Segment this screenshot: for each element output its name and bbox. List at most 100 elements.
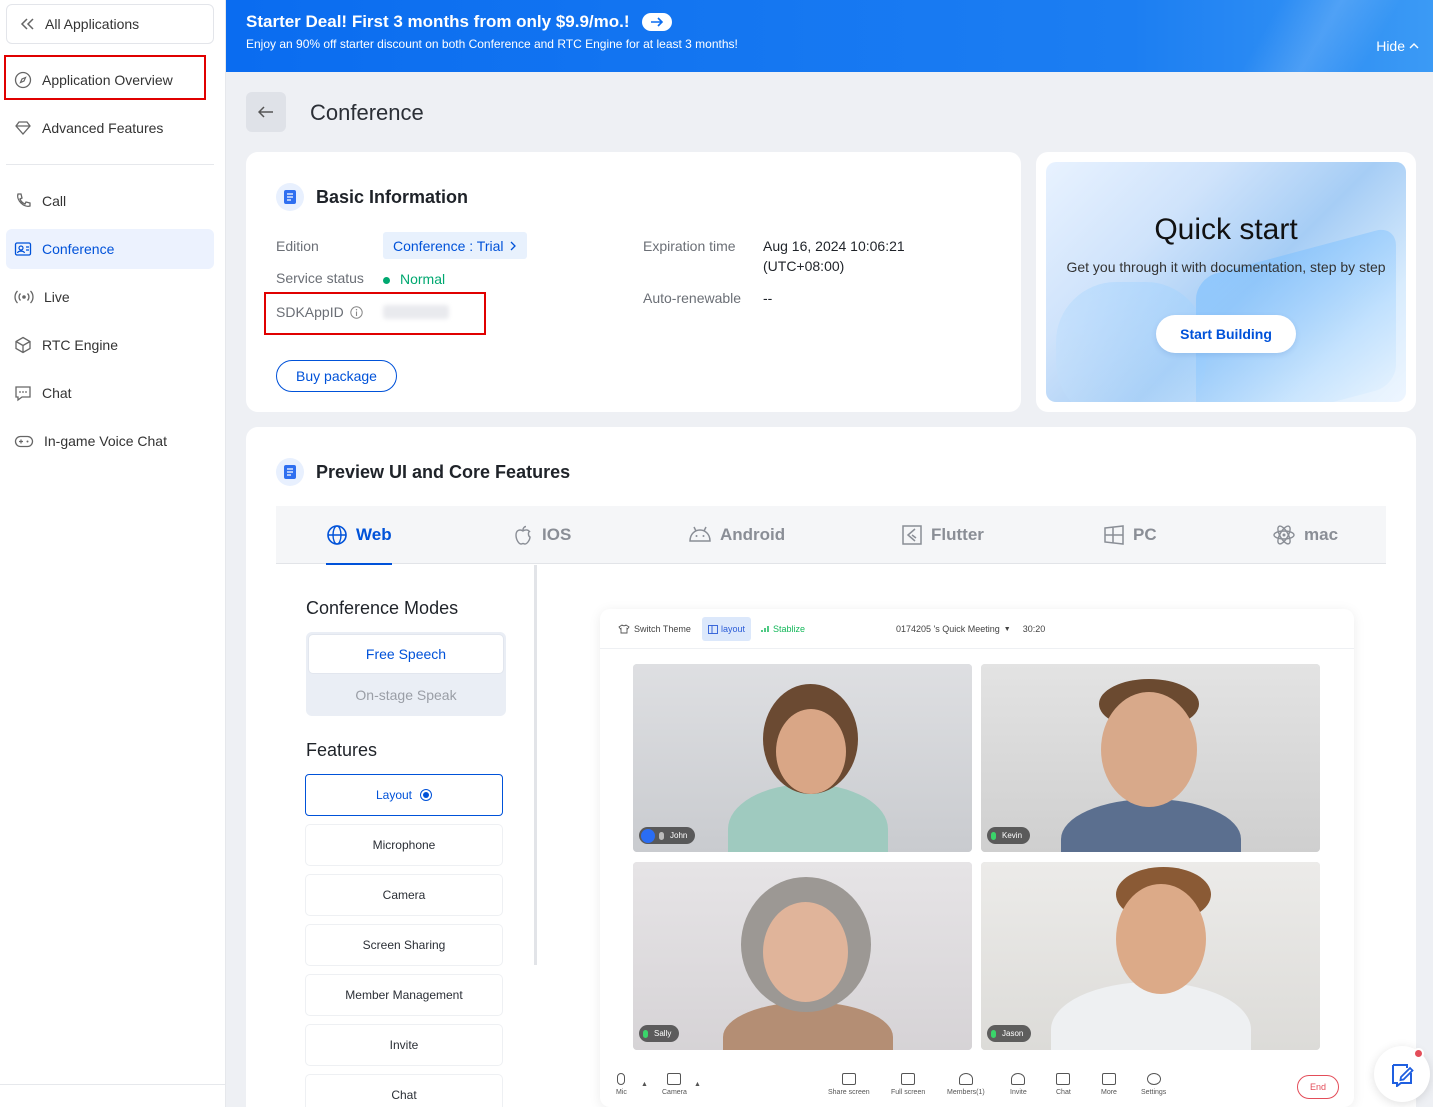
control-label: Settings: [1141, 1089, 1167, 1096]
buy-package-button[interactable]: Buy package: [276, 360, 397, 392]
page-back-button[interactable]: [246, 92, 286, 132]
grid-icon: [1101, 1073, 1116, 1085]
feature-member-management[interactable]: Member Management: [306, 975, 502, 1015]
radio-selected-icon: [420, 789, 433, 801]
share-screen-icon: [841, 1073, 856, 1085]
control-members: Members(1): [947, 1073, 985, 1096]
sidebar: All Applications Application Overview Ad…: [0, 0, 226, 1107]
mode-on-stage-speak[interactable]: On-stage Speak: [306, 676, 506, 714]
camera-icon: [667, 1073, 682, 1085]
layout-icon: [708, 624, 718, 634]
quick-start-illustration: [1046, 162, 1406, 402]
platform-tabs: Web IOS Android Flutter PC mac: [276, 506, 1386, 565]
banner-decoration: [1233, 0, 1433, 72]
control-more: More: [1101, 1073, 1117, 1096]
participant-tag-kevin: Kevin: [987, 827, 1031, 844]
sdkappid-label-row: SDKAppID: [276, 304, 363, 320]
tab-pc[interactable]: PC: [1103, 506, 1157, 564]
sidebar-item-chat[interactable]: Chat: [6, 373, 214, 413]
tab-mac[interactable]: mac: [1272, 506, 1338, 564]
tab-android[interactable]: Android: [688, 506, 785, 564]
feature-invite[interactable]: Invite: [306, 1025, 502, 1065]
tab-ios[interactable]: IOS: [512, 506, 571, 564]
sidebar-item-label: Live: [44, 289, 70, 305]
cube-icon: [15, 336, 31, 354]
features-heading: Features: [306, 740, 378, 760]
tab-label: Flutter: [931, 525, 984, 544]
tab-label: Web: [356, 525, 392, 544]
mode-free-speech[interactable]: Free Speech: [308, 634, 504, 674]
auto-renewable-label: Auto-renewable: [643, 290, 742, 306]
gamepad-icon: [14, 435, 34, 448]
tab-label: IOS: [542, 525, 572, 544]
meeting-toolbar: Switch Theme layout Stablize 0174205 's …: [600, 609, 1354, 649]
sidebar-item-call[interactable]: Call: [6, 181, 214, 221]
feature-microphone[interactable]: Microphone: [306, 825, 502, 865]
start-building-button[interactable]: Start Building: [1156, 315, 1296, 353]
participant-name: John: [670, 831, 688, 840]
windows-icon: [1104, 525, 1124, 545]
expiration-value-line1: Aug 16, 2024 10:06:21: [763, 238, 905, 254]
info-icon[interactable]: [350, 305, 363, 319]
feedback-button[interactable]: [1374, 1046, 1430, 1102]
all-applications-button[interactable]: All Applications: [6, 4, 214, 44]
meeting-preview: Switch Theme layout Stablize 0174205 's …: [600, 609, 1354, 1107]
document-icon: [276, 458, 304, 486]
mic-icon: [643, 1029, 648, 1038]
tab-flutter[interactable]: Flutter: [901, 506, 984, 564]
basic-info-title: Basic Information: [316, 186, 469, 207]
notification-dot: [1413, 1048, 1424, 1059]
flutter-icon: [902, 525, 922, 545]
page-title: Conference: [310, 100, 424, 125]
sidebar-item-application-overview[interactable]: Application Overview: [6, 60, 214, 100]
members-icon: [958, 1073, 973, 1085]
basic-info-heading: Basic Information: [276, 183, 468, 211]
video-tile-john: John: [633, 664, 972, 852]
chevron-up-icon: [1409, 43, 1419, 49]
control-label: Camera: [662, 1089, 687, 1096]
broadcast-icon: [14, 290, 34, 304]
edition-tag[interactable]: Conference : Trial: [383, 232, 527, 259]
apple-icon: [515, 525, 531, 545]
banner-hide-button[interactable]: Hide: [1376, 38, 1419, 54]
sidebar-item-advanced-features[interactable]: Advanced Features: [6, 108, 214, 148]
banner-arrow-button[interactable]: [641, 13, 672, 31]
panel-scrollbar[interactable]: [534, 565, 537, 965]
sdkappid-label: SDKAppID: [276, 304, 344, 320]
double-chevron-left-icon: [20, 18, 34, 30]
control-label: Full screen: [891, 1089, 926, 1096]
banner-hide-label: Hide: [1376, 38, 1405, 54]
switch-theme: Switch Theme: [618, 621, 691, 637]
participant-tag-sally: Sally: [639, 1025, 680, 1042]
sidebar-item-live[interactable]: Live: [6, 277, 214, 317]
sidebar-item-conference[interactable]: Conference: [6, 229, 214, 269]
sidebar-item-label: Advanced Features: [42, 120, 164, 136]
conference-icon: [14, 242, 32, 256]
sidebar-divider: [6, 164, 214, 165]
status-dot: [383, 276, 390, 284]
sidebar-bottom-divider: [0, 1084, 226, 1085]
tab-label: PC: [1133, 525, 1157, 544]
layout-label: layout: [721, 624, 746, 634]
electron-icon: [1273, 525, 1295, 545]
feature-screen-sharing[interactable]: Screen Sharing: [306, 925, 502, 965]
feature-layout[interactable]: Layout: [305, 774, 503, 816]
participant-tag-john: John: [639, 827, 696, 844]
participant-tag-jason: Jason: [987, 1025, 1032, 1042]
user-icon: [641, 828, 655, 843]
sidebar-item-label: Application Overview: [42, 72, 173, 88]
tab-web[interactable]: Web: [326, 506, 392, 565]
meeting-title-text: 0174205 's Quick Meeting: [896, 624, 1000, 634]
caret-up-icon: ▲: [641, 1081, 648, 1088]
sidebar-item-label: In-game Voice Chat: [44, 433, 167, 449]
promo-banner: Starter Deal! First 3 months from only $…: [226, 0, 1433, 72]
chat-icon: [1056, 1073, 1071, 1085]
feature-camera[interactable]: Camera: [306, 875, 502, 915]
participant-name: Jason: [1002, 1029, 1024, 1038]
feature-chat[interactable]: Chat: [306, 1075, 502, 1107]
sidebar-item-in-game-voice-chat[interactable]: In-game Voice Chat: [6, 421, 214, 461]
participant-name: Sally: [654, 1029, 672, 1038]
invite-icon: [1011, 1073, 1026, 1085]
layout-toggle: layout: [702, 617, 752, 641]
sidebar-item-rtc-engine[interactable]: RTC Engine: [6, 325, 214, 365]
